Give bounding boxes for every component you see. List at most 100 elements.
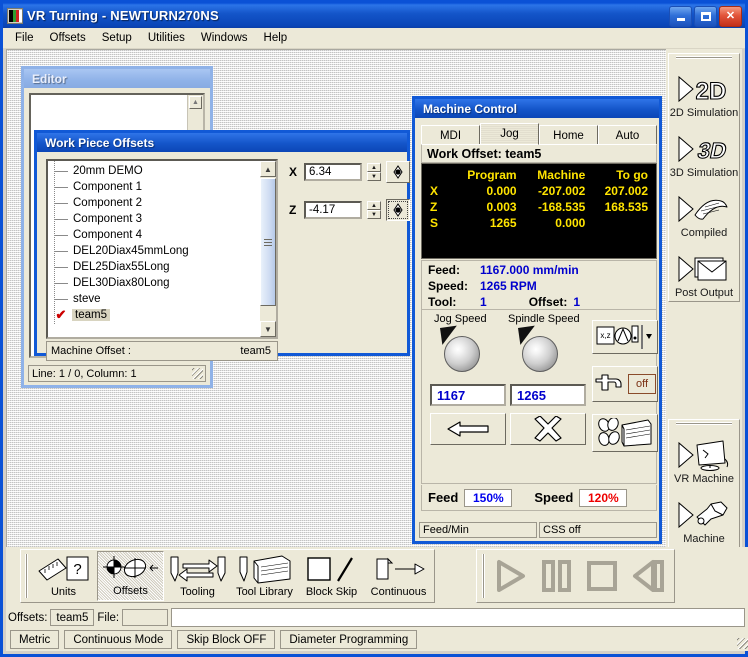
z-offset-input[interactable]: -4.17 [304,201,362,219]
list-item-selected[interactable]: ✔ team5 [50,307,276,323]
arrow-left-icon [447,421,489,437]
bottom-toolbar: ? Units Offsets Tooling Tool Library Blo… [20,549,435,603]
close-button[interactable]: ✕ [719,6,742,27]
list-item[interactable]: Component 2 [50,195,276,211]
list-item[interactable]: DEL25Diax55Long [50,259,276,275]
z-stepper-up-icon[interactable]: ▲ [367,201,381,210]
x-offset-stepper[interactable]: ▲ ▼ [367,163,381,181]
units-button[interactable]: ? Units [30,551,97,601]
dro-row: Z 0.003 -168.535 168.535 [428,199,650,215]
list-item-label: Component 1 [73,181,143,193]
toolbar-grip[interactable] [23,551,30,601]
set-x-datum-button[interactable] [386,161,410,183]
play-icon [497,560,525,592]
menu-item-file[interactable]: File [7,30,42,46]
pause-button[interactable] [533,553,579,599]
scroll-up-icon[interactable]: ▲ [260,161,276,177]
resize-grip[interactable] [737,638,748,649]
status-offsets-value: team5 [50,609,95,626]
2d-simulation-button[interactable]: 2D 2D Simulation [669,61,739,121]
scroll-down-icon[interactable]: ▼ [260,321,276,337]
dro-machine: -207.002 [537,184,586,198]
list-item[interactable]: Component 4 [50,227,276,243]
tooling-button[interactable] [592,414,658,452]
offsets-list-scrollbar[interactable]: ▲ ▼ [260,161,276,337]
menu-item-windows[interactable]: Windows [193,30,256,46]
compiled-button[interactable]: Compiled [669,181,739,241]
toolbar-grip[interactable] [480,554,487,598]
menu-item-offsets[interactable]: Offsets [42,30,94,46]
work-piece-offsets-window[interactable]: Work Piece Offsets 20mm DEMO Component 1… [34,130,410,361]
x-stepper-up-icon[interactable]: ▲ [367,163,381,172]
set-z-datum-button[interactable] [386,199,410,221]
spindle-speed-input[interactable]: 1265 [510,384,586,406]
tab-mdi[interactable]: MDI [421,125,480,145]
dro-header-program: Program [467,168,517,182]
tab-home[interactable]: Home [539,125,598,145]
dro-row: S 1265 0.000 [428,215,650,231]
jog-speed-input[interactable]: 1167 [430,384,506,406]
scroll-up-icon[interactable]: ▲ [189,96,202,109]
mdi-client-area: Editor ▲ Line: 1 / 0, Column: 1 Work Pie… [6,49,670,553]
list-item[interactable]: 20mm DEMO [50,163,276,179]
feed-override-value[interactable]: 150% [464,488,513,507]
continuous-button[interactable]: Continuous [365,551,432,601]
resize-grip[interactable] [192,368,203,379]
list-item[interactable]: DEL20Diax45mmLong [50,243,276,259]
machine-label: Machine [683,533,725,545]
3d-simulation-button[interactable]: 3D 3D Simulation [669,121,739,181]
list-item[interactable]: steve [50,291,276,307]
menu-item-help[interactable]: Help [256,30,296,46]
z-offset-stepper[interactable]: ▲ ▼ [367,201,381,219]
offset-label: Offset: [528,295,568,309]
tab-auto[interactable]: Auto [598,125,657,145]
tree-branch-icon [54,282,68,284]
scrollbar-thumb[interactable] [260,178,276,306]
list-item-label: Component 4 [73,229,143,241]
stop-button[interactable] [579,553,625,599]
post-output-button[interactable]: Post Output [669,241,739,301]
tool-library-button[interactable]: Tool Library [231,551,298,601]
x-offset-input[interactable]: 6.34 [304,163,362,181]
list-item[interactable]: Component 1 [50,179,276,195]
toolbar-grip[interactable] [669,420,739,427]
coolant-toggle-button[interactable]: off [592,366,658,402]
toolbar-grip[interactable] [669,54,739,61]
feed-speed-tool-block: Feed: 1167.000 mm/min Speed: 1265 RPM To… [421,260,657,310]
work-piece-offsets-title: Work Piece Offsets [37,133,407,152]
axis-select-xz-button[interactable]: x,z [592,320,658,354]
machine-control-window[interactable]: Machine Control MDI Jog Home Auto Work O… [412,96,662,544]
jog-negative-button[interactable] [430,413,506,445]
status-bar-offsets: Offsets: team5 File: [6,607,748,628]
transport-controls [476,549,675,603]
block-skip-button[interactable]: Block Skip [298,551,365,601]
x-stepper-down-icon[interactable]: ▼ [367,172,381,181]
list-item[interactable]: DEL30Diax80Long [50,275,276,291]
vr-machine-button[interactable]: VR Machine [669,427,739,487]
status-run-mode: Continuous Mode [64,630,173,649]
offsets-list[interactable]: 20mm DEMO Component 1 Component 2 Compon… [46,159,278,339]
coolant-tap-icon [595,374,622,391]
work-offset-label: Work Offset: team5 [421,144,657,163]
machine-button[interactable]: Machine [669,487,739,547]
speed-row: Speed: 1265 RPM [428,278,656,294]
maximize-button[interactable] [694,6,717,27]
spindle-stop-button[interactable] [510,413,586,445]
jog-speed-knob[interactable] [440,325,484,372]
tree-branch-icon [54,298,68,300]
offsets-button[interactable]: Offsets [97,551,164,601]
tab-jog[interactable]: Jog [480,123,539,145]
3d-simulation-label: 3D Simulation [669,167,739,179]
z-stepper-down-icon[interactable]: ▼ [367,210,381,219]
spindle-speed-knob[interactable] [518,325,562,372]
pause-icon [542,560,571,592]
play-button[interactable] [487,553,533,599]
minimize-button[interactable] [669,6,692,27]
list-item[interactable]: Component 3 [50,211,276,227]
speed-override-value[interactable]: 120% [579,488,628,507]
tooling-button[interactable]: Tooling [164,551,231,601]
rewind-button[interactable] [625,553,671,599]
menu-item-utilities[interactable]: Utilities [140,30,193,46]
menu-item-setup[interactable]: Setup [94,30,140,46]
check-mark-icon: ✔ [55,307,67,322]
